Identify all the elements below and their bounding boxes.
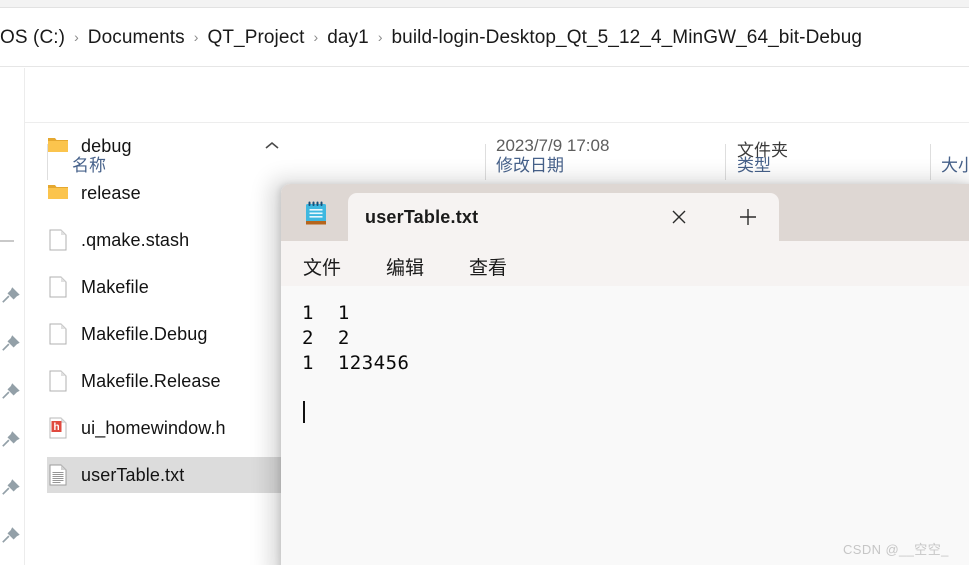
file-name: Makefile (81, 276, 149, 297)
file-type: 文件夹 (737, 141, 788, 160)
breadcrumb-separator: › (74, 28, 79, 45)
file-name: userTable.txt (81, 464, 185, 485)
close-icon[interactable] (667, 205, 691, 229)
pin-icon[interactable] (0, 285, 22, 307)
text-line: 1 1 (302, 302, 350, 324)
rail-divider (24, 68, 25, 565)
window-top-strip (0, 0, 969, 8)
breadcrumb-item-1[interactable]: Documents (88, 27, 185, 49)
watermark: CSDN @__空空_ (843, 542, 949, 557)
breadcrumb-separator: › (193, 28, 199, 45)
file-date-modified: 2023/7/9 17:08 (496, 136, 610, 155)
file-name: .qmake.stash (81, 229, 190, 250)
notepad-window: userTable.txt 文件 编辑 查看 1 1 2 2 1 123456 (281, 184, 969, 565)
text-line: 1 123456 (302, 352, 410, 374)
file-name: Makefile.Debug (81, 323, 208, 344)
breadcrumb-separator: › (377, 28, 383, 45)
explorer-window: OS (C:) › Documents › QT_Project › day1 › build-… (0, 0, 969, 565)
svg-text:h: h (53, 422, 59, 433)
file-icon (49, 323, 67, 345)
column-header-3[interactable]: 大小 (941, 151, 969, 176)
breadcrumb-separator: › (313, 28, 319, 45)
file-icon (49, 370, 67, 392)
table-row[interactable]: debug (47, 128, 467, 164)
notepad-icon (306, 201, 326, 225)
column-divider-3[interactable] (930, 144, 931, 180)
file-name: Makefile.Release (81, 370, 221, 391)
folder-icon (48, 185, 68, 199)
table-row[interactable]: userTable.txt (47, 457, 281, 493)
file-icon (49, 229, 67, 251)
menu-item-1[interactable]: 编辑 (386, 253, 424, 280)
notepad-menubar: 文件 编辑 查看 (281, 241, 969, 286)
menu-item-2[interactable]: 查看 (469, 253, 507, 280)
file-name: release (81, 182, 141, 203)
column-divider-2[interactable] (725, 144, 726, 180)
pin-icon[interactable] (0, 333, 22, 355)
breadcrumb[interactable]: OS (C:) › Documents › QT_Project › day1 › build-… (0, 9, 969, 67)
collapsed-item-dash (0, 240, 14, 242)
column-header-bar: 名称 修改日期 类型 大小 (0, 68, 969, 180)
breadcrumb-item-0[interactable]: OS (C:) (0, 27, 65, 49)
folder-icon (48, 138, 68, 152)
column-divider-1[interactable] (485, 144, 486, 180)
tab-label: userTable.txt (365, 207, 479, 227)
pin-icon[interactable] (0, 429, 22, 451)
breadcrumb-item-2[interactable]: QT_Project (207, 27, 304, 49)
notepad-titlebar[interactable]: userTable.txt (281, 184, 969, 241)
notepad-text-area[interactable]: 1 1 2 2 1 123456 (281, 286, 969, 565)
pin-icon[interactable] (0, 525, 22, 547)
breadcrumb-item-3[interactable]: day1 (327, 27, 369, 49)
file-icon (49, 276, 67, 298)
menu-item-0[interactable]: 文件 (303, 253, 341, 280)
breadcrumb-item-4[interactable]: build-login-Desktop_Qt_5_12_4_MinGW_64_b… (391, 27, 862, 49)
plus-icon[interactable] (736, 205, 760, 229)
pin-icon[interactable] (0, 381, 22, 403)
text-caret (303, 401, 305, 423)
text-file-icon (49, 464, 67, 486)
navigation-pane-rail (0, 68, 25, 565)
file-name: debug (81, 135, 132, 156)
header-file-icon: h (49, 417, 67, 439)
file-name: ui_homewindow.h (81, 417, 226, 438)
pin-icon[interactable] (0, 477, 22, 499)
text-line: 2 2 (302, 327, 350, 349)
